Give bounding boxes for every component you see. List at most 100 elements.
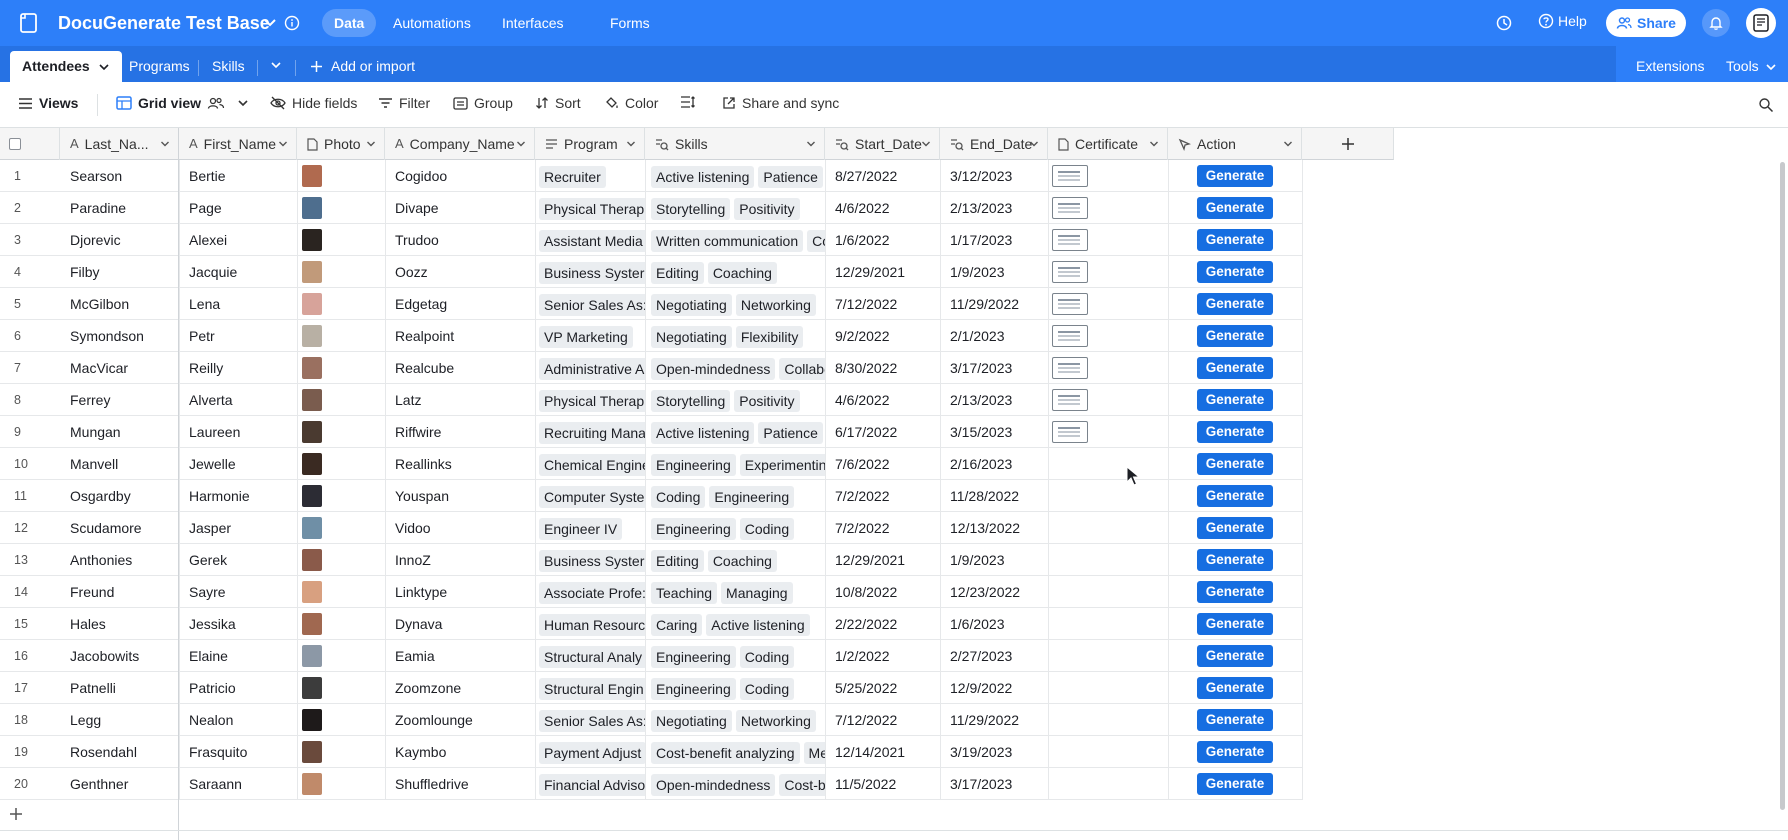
cell-last-name[interactable]: Anthonies [60, 544, 179, 576]
cell-company-name[interactable]: Cogidoo [385, 160, 535, 192]
cell-last-name[interactable]: Mungan [60, 416, 179, 448]
photo-thumbnail[interactable] [302, 325, 322, 347]
cell-end-date[interactable]: 1/9/2023 [940, 256, 1048, 288]
cell-start-date[interactable]: 12/29/2021 [825, 256, 940, 288]
cell-program[interactable]: Assistant Media [535, 224, 645, 256]
cell-last-name[interactable]: Filby [60, 256, 179, 288]
cell-last-name[interactable]: Paradine [60, 192, 179, 224]
cell-skills[interactable]: Negotiating Networking [645, 704, 825, 736]
row-height-button[interactable] [680, 95, 696, 109]
nav-automations[interactable]: Automations [381, 9, 483, 37]
cell-first-name[interactable]: Patricio [179, 672, 297, 704]
cell-skills[interactable]: Storytelling Positivity [645, 384, 825, 416]
photo-thumbnail[interactable] [302, 389, 322, 411]
table-row[interactable]: 8 Ferrey Alverta Latz Physical Therap Storyte… [0, 384, 1302, 416]
table-row[interactable]: 18 Legg Nealon Zoomlounge Senior Sales As: Ne… [0, 704, 1302, 736]
cell-program[interactable]: Senior Sales As: [535, 704, 645, 736]
nav-forms[interactable]: Forms [598, 9, 662, 37]
cell-skills[interactable]: Open-mindednessCost-be [645, 768, 825, 800]
column-header-company-name[interactable]: A Company_Name [385, 128, 535, 160]
cell-end-date[interactable]: 3/17/2023 [940, 352, 1048, 384]
certificate-thumbnail[interactable] [1052, 421, 1088, 443]
cell-start-date[interactable]: 1/6/2022 [825, 224, 940, 256]
cell-end-date[interactable]: 11/29/2022 [940, 288, 1048, 320]
chevron-down-icon[interactable] [1029, 140, 1039, 148]
cell-start-date[interactable]: 2/22/2022 [825, 608, 940, 640]
cell-first-name[interactable]: Alverta [179, 384, 297, 416]
cell-start-date[interactable]: 7/2/2022 [825, 480, 940, 512]
help-button[interactable]: Help [1538, 13, 1587, 29]
cell-last-name[interactable]: McGilbon [60, 288, 179, 320]
cell-program[interactable]: Administrative A [535, 352, 645, 384]
cell-company-name[interactable]: Latz [385, 384, 535, 416]
cell-first-name[interactable]: Sayre [179, 576, 297, 608]
cell-first-name[interactable]: Alexei [179, 224, 297, 256]
photo-thumbnail[interactable] [302, 165, 322, 187]
chevron-down-icon[interactable] [366, 140, 376, 148]
photo-thumbnail[interactable] [302, 549, 322, 571]
generate-button[interactable]: Generate [1197, 421, 1273, 443]
cell-last-name[interactable]: MacVicar [60, 352, 179, 384]
chevron-down-icon[interactable] [98, 62, 110, 72]
generate-button[interactable]: Generate [1197, 197, 1273, 219]
group-button[interactable]: Group [453, 95, 513, 111]
cell-skills[interactable]: Cost-benefit analyzing Me [645, 736, 825, 768]
table-row[interactable]: 12 Scudamore Jasper Vidoo Engineer IV Enginee… [0, 512, 1302, 544]
cell-end-date[interactable]: 1/9/2023 [940, 544, 1048, 576]
base-logo-icon[interactable] [18, 12, 40, 34]
generate-button[interactable]: Generate [1197, 453, 1273, 475]
cell-company-name[interactable]: Youspan [385, 480, 535, 512]
views-button[interactable]: Views [18, 95, 78, 111]
generate-button[interactable]: Generate [1197, 709, 1273, 731]
cell-program[interactable]: Computer Syste [535, 480, 645, 512]
column-header-skills[interactable]: Skills [645, 128, 825, 160]
tools-button[interactable]: Tools [1726, 51, 1777, 82]
cell-last-name[interactable]: Freund [60, 576, 179, 608]
table-row[interactable]: 4 Filby Jacquie Oozz Business Syster Editing C… [0, 256, 1302, 288]
table-row[interactable]: 1 Searson Bertie Cogidoo Recruiter Active lis… [0, 160, 1302, 192]
generate-button[interactable]: Generate [1197, 229, 1273, 251]
cell-end-date[interactable]: 3/17/2023 [940, 768, 1048, 800]
nav-interfaces[interactable]: Interfaces [490, 9, 575, 37]
cell-last-name[interactable]: Hales [60, 608, 179, 640]
cell-program[interactable]: Physical Therap [535, 192, 645, 224]
cell-start-date[interactable]: 11/5/2022 [825, 768, 940, 800]
table-row[interactable]: 13 Anthonies Gerek InnoZ Business Syster Edit… [0, 544, 1302, 576]
generate-button[interactable]: Generate [1197, 645, 1273, 667]
cell-first-name[interactable]: Jessika [179, 608, 297, 640]
cell-end-date[interactable]: 2/1/2023 [940, 320, 1048, 352]
cell-start-date[interactable]: 5/25/2022 [825, 672, 940, 704]
cell-start-date[interactable]: 6/17/2022 [825, 416, 940, 448]
generate-button[interactable]: Generate [1197, 165, 1273, 187]
cell-last-name[interactable]: Ferrey [60, 384, 179, 416]
cell-first-name[interactable]: Elaine [179, 640, 297, 672]
cell-end-date[interactable]: 1/6/2023 [940, 608, 1048, 640]
cell-first-name[interactable]: Saraann [179, 768, 297, 800]
generate-button[interactable]: Generate [1197, 389, 1273, 411]
tab-skills[interactable]: Skills [212, 51, 245, 82]
cell-start-date[interactable]: 12/14/2021 [825, 736, 940, 768]
cell-skills[interactable]: Negotiating Networking [645, 288, 825, 320]
cell-first-name[interactable]: Frasquito [179, 736, 297, 768]
cell-program[interactable]: Associate Profe: [535, 576, 645, 608]
cell-skills[interactable]: Engineering Coding [645, 672, 825, 704]
table-row[interactable]: 16 Jacobowits Elaine Eamia Structural Analy E… [0, 640, 1302, 672]
cell-last-name[interactable]: Scudamore [60, 512, 179, 544]
photo-thumbnail[interactable] [302, 453, 322, 475]
generate-button[interactable]: Generate [1197, 357, 1273, 379]
cell-first-name[interactable]: Reilly [179, 352, 297, 384]
extensions-button[interactable]: Extensions [1636, 51, 1704, 82]
cell-end-date[interactable]: 3/12/2023 [940, 160, 1048, 192]
chevron-down-icon[interactable] [160, 140, 170, 148]
cell-first-name[interactable]: Laureen [179, 416, 297, 448]
sort-button[interactable]: Sort [535, 95, 581, 111]
table-row[interactable]: 2 Paradine Page Divape Physical Therap Storyt… [0, 192, 1302, 224]
cell-skills[interactable]: Coding Engineering [645, 480, 825, 512]
cell-first-name[interactable]: Jewelle [179, 448, 297, 480]
cell-end-date[interactable]: 12/9/2022 [940, 672, 1048, 704]
photo-thumbnail[interactable] [302, 741, 322, 763]
cell-program[interactable]: Physical Therap [535, 384, 645, 416]
cell-end-date[interactable]: 2/13/2023 [940, 192, 1048, 224]
cell-first-name[interactable]: Nealon [179, 704, 297, 736]
table-row[interactable]: 3 Djorevic Alexei Trudoo Assistant Media Writ… [0, 224, 1302, 256]
